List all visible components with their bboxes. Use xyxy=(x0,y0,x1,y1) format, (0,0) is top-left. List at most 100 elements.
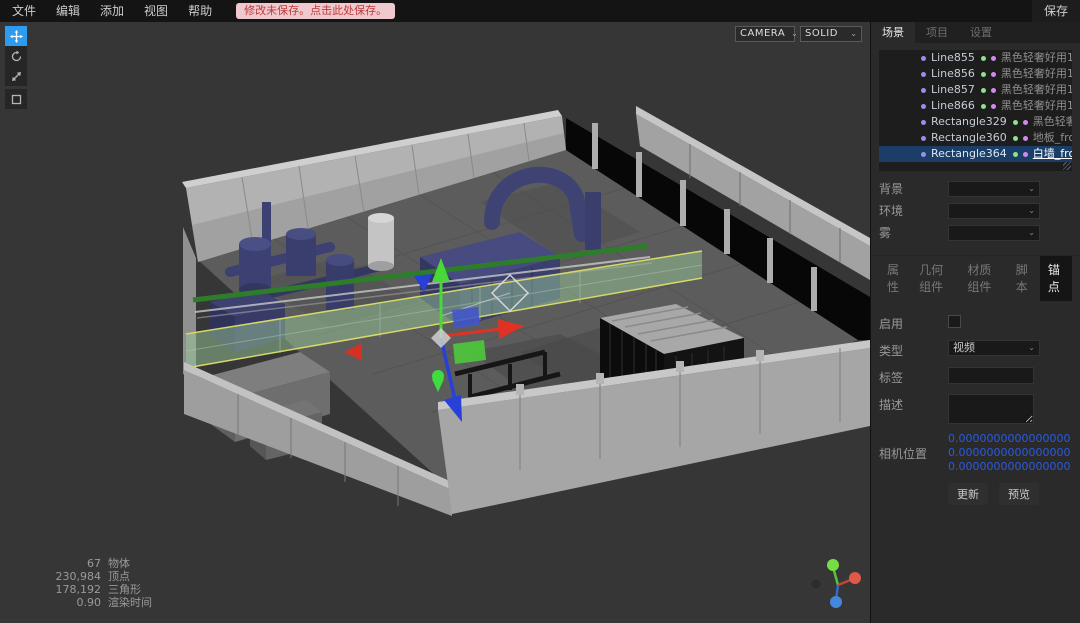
outliner-item[interactable]: Line857 黑色轻奢好用11配合111_fromVra xyxy=(879,82,1072,98)
gizmo-plane-green[interactable] xyxy=(453,340,486,364)
panel-tab[interactable]: 设置 xyxy=(959,22,1003,43)
marquee-select-button[interactable] xyxy=(5,89,27,109)
type-select[interactable]: 视频 ⌄ xyxy=(948,340,1040,356)
stat-label: 物体 xyxy=(108,557,130,570)
tag-label: 标签 xyxy=(879,367,948,386)
outliner-item[interactable]: Line855 黑色轻奢好用11配合111_fromVra xyxy=(879,50,1072,66)
shading-select[interactable]: SOLID ⌄ xyxy=(800,26,862,42)
component-tab[interactable]: 脚本 xyxy=(1008,256,1040,301)
scale-tool-button[interactable] xyxy=(5,66,27,86)
axis-y-dot[interactable] xyxy=(827,559,839,571)
rotate-icon xyxy=(10,50,23,63)
object-name: Line855 xyxy=(931,50,975,66)
background-label: 背景 xyxy=(879,180,948,197)
stat-value: 67 xyxy=(55,557,101,570)
save-button[interactable]: 保存 xyxy=(1032,0,1080,22)
menu-item[interactable]: 视图 xyxy=(134,0,178,22)
anchor-panel: 启用 类型 视频 ⌄ 标签 描述 相机位置 0.0000 xyxy=(871,301,1080,505)
axis-z-dot[interactable] xyxy=(830,596,842,608)
camera-position-z[interactable]: 0.0000000000000000 xyxy=(948,460,1070,473)
chevron-down-icon: ⌄ xyxy=(1028,204,1035,218)
stat-row: 178,192 三角形 xyxy=(55,583,152,596)
stat-value: 0.90 xyxy=(55,596,101,609)
fog-row: 雾 ⌄ xyxy=(871,221,1080,243)
material-name-link[interactable]: 地板_fromVray xyxy=(1033,130,1072,146)
outliner-item[interactable]: Line866 黑色轻奢好用11配合11111_fromV xyxy=(879,98,1072,114)
camera-position-values: 0.0000000000000000 0.0000000000000000 0.… xyxy=(948,432,1070,473)
object-name: Line856 xyxy=(931,66,975,82)
material-name-link[interactable]: 黑色轻奢好用11配合111_fromVra xyxy=(1001,66,1072,82)
menu-item[interactable]: 添加 xyxy=(90,0,134,22)
outliner-resize-handle[interactable] xyxy=(1063,162,1071,170)
chevron-down-icon: ⌄ xyxy=(791,27,798,41)
mesh-type-dot-icon xyxy=(921,152,926,157)
tag-input[interactable] xyxy=(948,367,1034,384)
unsaved-changes-notice[interactable]: 修改未保存。点击此处保存。 xyxy=(236,3,395,19)
enable-checkbox[interactable] xyxy=(948,315,961,328)
material-type-dot-icon xyxy=(991,104,996,109)
component-tab[interactable]: 几何组件 xyxy=(911,256,959,301)
mesh-type-dot-icon xyxy=(921,136,926,141)
material-name-link[interactable]: 黑色轻奢好用11配合111_fromVra xyxy=(1001,82,1072,98)
stat-value: 230,984 xyxy=(55,570,101,583)
fog-select[interactable]: ⌄ xyxy=(948,225,1040,241)
component-tab[interactable]: 属性 xyxy=(879,256,911,301)
fog-label: 雾 xyxy=(879,224,948,241)
axis-x-dot[interactable] xyxy=(849,572,861,584)
outliner-item[interactable]: Rectangle360 地板_fromVray xyxy=(879,130,1072,146)
camera-select[interactable]: CAMERA ⌄ xyxy=(735,26,795,42)
environment-select[interactable]: ⌄ xyxy=(948,203,1040,219)
camera-position-y[interactable]: 0.0000000000000000 xyxy=(948,446,1070,459)
render-stats: 67 物体 230,984 顶点 178,192 三角形 0.90 渲染时间 xyxy=(55,557,152,609)
axis-negative-dot[interactable] xyxy=(812,580,821,589)
panel-tab[interactable]: 项目 xyxy=(915,22,959,43)
update-button[interactable]: 更新 xyxy=(948,483,988,505)
viewport-canvas[interactable]: CAMERA ⌄ SOLID ⌄ 67 物体 230,984 顶点 178,19… xyxy=(0,22,870,623)
description-textarea[interactable] xyxy=(948,394,1034,424)
material-name-link[interactable]: 黑色轻奢好用11配合11111_fromV xyxy=(1001,98,1072,114)
viewport-controls: CAMERA ⌄ SOLID ⌄ xyxy=(735,26,862,42)
rotate-tool-button[interactable] xyxy=(5,46,27,66)
enable-row: 启用 xyxy=(871,309,1080,336)
mesh-type-dot-icon xyxy=(921,88,926,93)
menu-item[interactable]: 编辑 xyxy=(46,0,90,22)
object-name: Line857 xyxy=(931,82,975,98)
chevron-down-icon: ⌄ xyxy=(1028,341,1035,355)
camera-position-x[interactable]: 0.0000000000000000 xyxy=(948,432,1070,445)
stat-row: 0.90 渲染时间 xyxy=(55,596,152,609)
camera-position-row: 相机位置 0.0000000000000000 0.00000000000000… xyxy=(871,428,1080,477)
white-tank[interactable] xyxy=(368,218,394,266)
material-type-dot-icon xyxy=(1023,120,1028,125)
object-name: Rectangle329 xyxy=(931,114,1007,130)
gizmo-plane-blue[interactable] xyxy=(452,307,480,328)
move-icon xyxy=(10,30,23,43)
menu-item[interactable]: 文件 xyxy=(0,0,46,22)
enable-label: 启用 xyxy=(879,313,948,332)
tag-row: 标签 xyxy=(871,363,1080,390)
material-name-link[interactable]: 黑色轻奢好用11配合111_fromVra xyxy=(1001,50,1072,66)
component-tab[interactable]: 锚点 xyxy=(1040,256,1072,301)
outliner-item[interactable]: Line856 黑色轻奢好用11配合111_fromVra xyxy=(879,66,1072,82)
geometry-type-dot-icon xyxy=(981,56,986,61)
preview-button[interactable]: 预览 xyxy=(999,483,1039,505)
scene-outliner[interactable]: Line855 黑色轻奢好用11配合111_fromVra Line856 黑色… xyxy=(879,50,1072,171)
material-name-link[interactable]: 黑色轻奢好用11配合_fromV xyxy=(1033,114,1072,130)
stat-row: 67 物体 xyxy=(55,557,152,570)
axis-orientation-gizmo[interactable] xyxy=(806,555,868,617)
side-panel: 场景项目设置 Line855 黑色轻奢好用11配合111_fromVra Lin… xyxy=(870,22,1080,623)
outliner-item[interactable]: Rectangle364 白墙_fromVray_重复2 xyxy=(879,146,1072,162)
scene-3d-render[interactable] xyxy=(0,22,870,623)
component-tab[interactable]: 材质组件 xyxy=(959,256,1007,301)
menu-item[interactable]: 帮助 xyxy=(178,0,222,22)
axis-gizmo-icon xyxy=(806,555,868,617)
geometry-type-dot-icon xyxy=(981,72,986,77)
type-label: 类型 xyxy=(879,340,948,359)
background-select[interactable]: ⌄ xyxy=(948,181,1040,197)
material-name-link[interactable]: 白墙_fromVray_重复2 xyxy=(1033,146,1072,162)
stat-row: 230,984 顶点 xyxy=(55,570,152,583)
outliner-item[interactable]: Rectangle329 黑色轻奢好用11配合_fromV xyxy=(879,114,1072,130)
move-tool-button[interactable] xyxy=(5,26,27,46)
panel-tab[interactable]: 场景 xyxy=(871,22,915,43)
geometry-type-dot-icon xyxy=(981,104,986,109)
editor-app: 文件编辑添加视图帮助 修改未保存。点击此处保存。 保存 xyxy=(0,0,1080,623)
